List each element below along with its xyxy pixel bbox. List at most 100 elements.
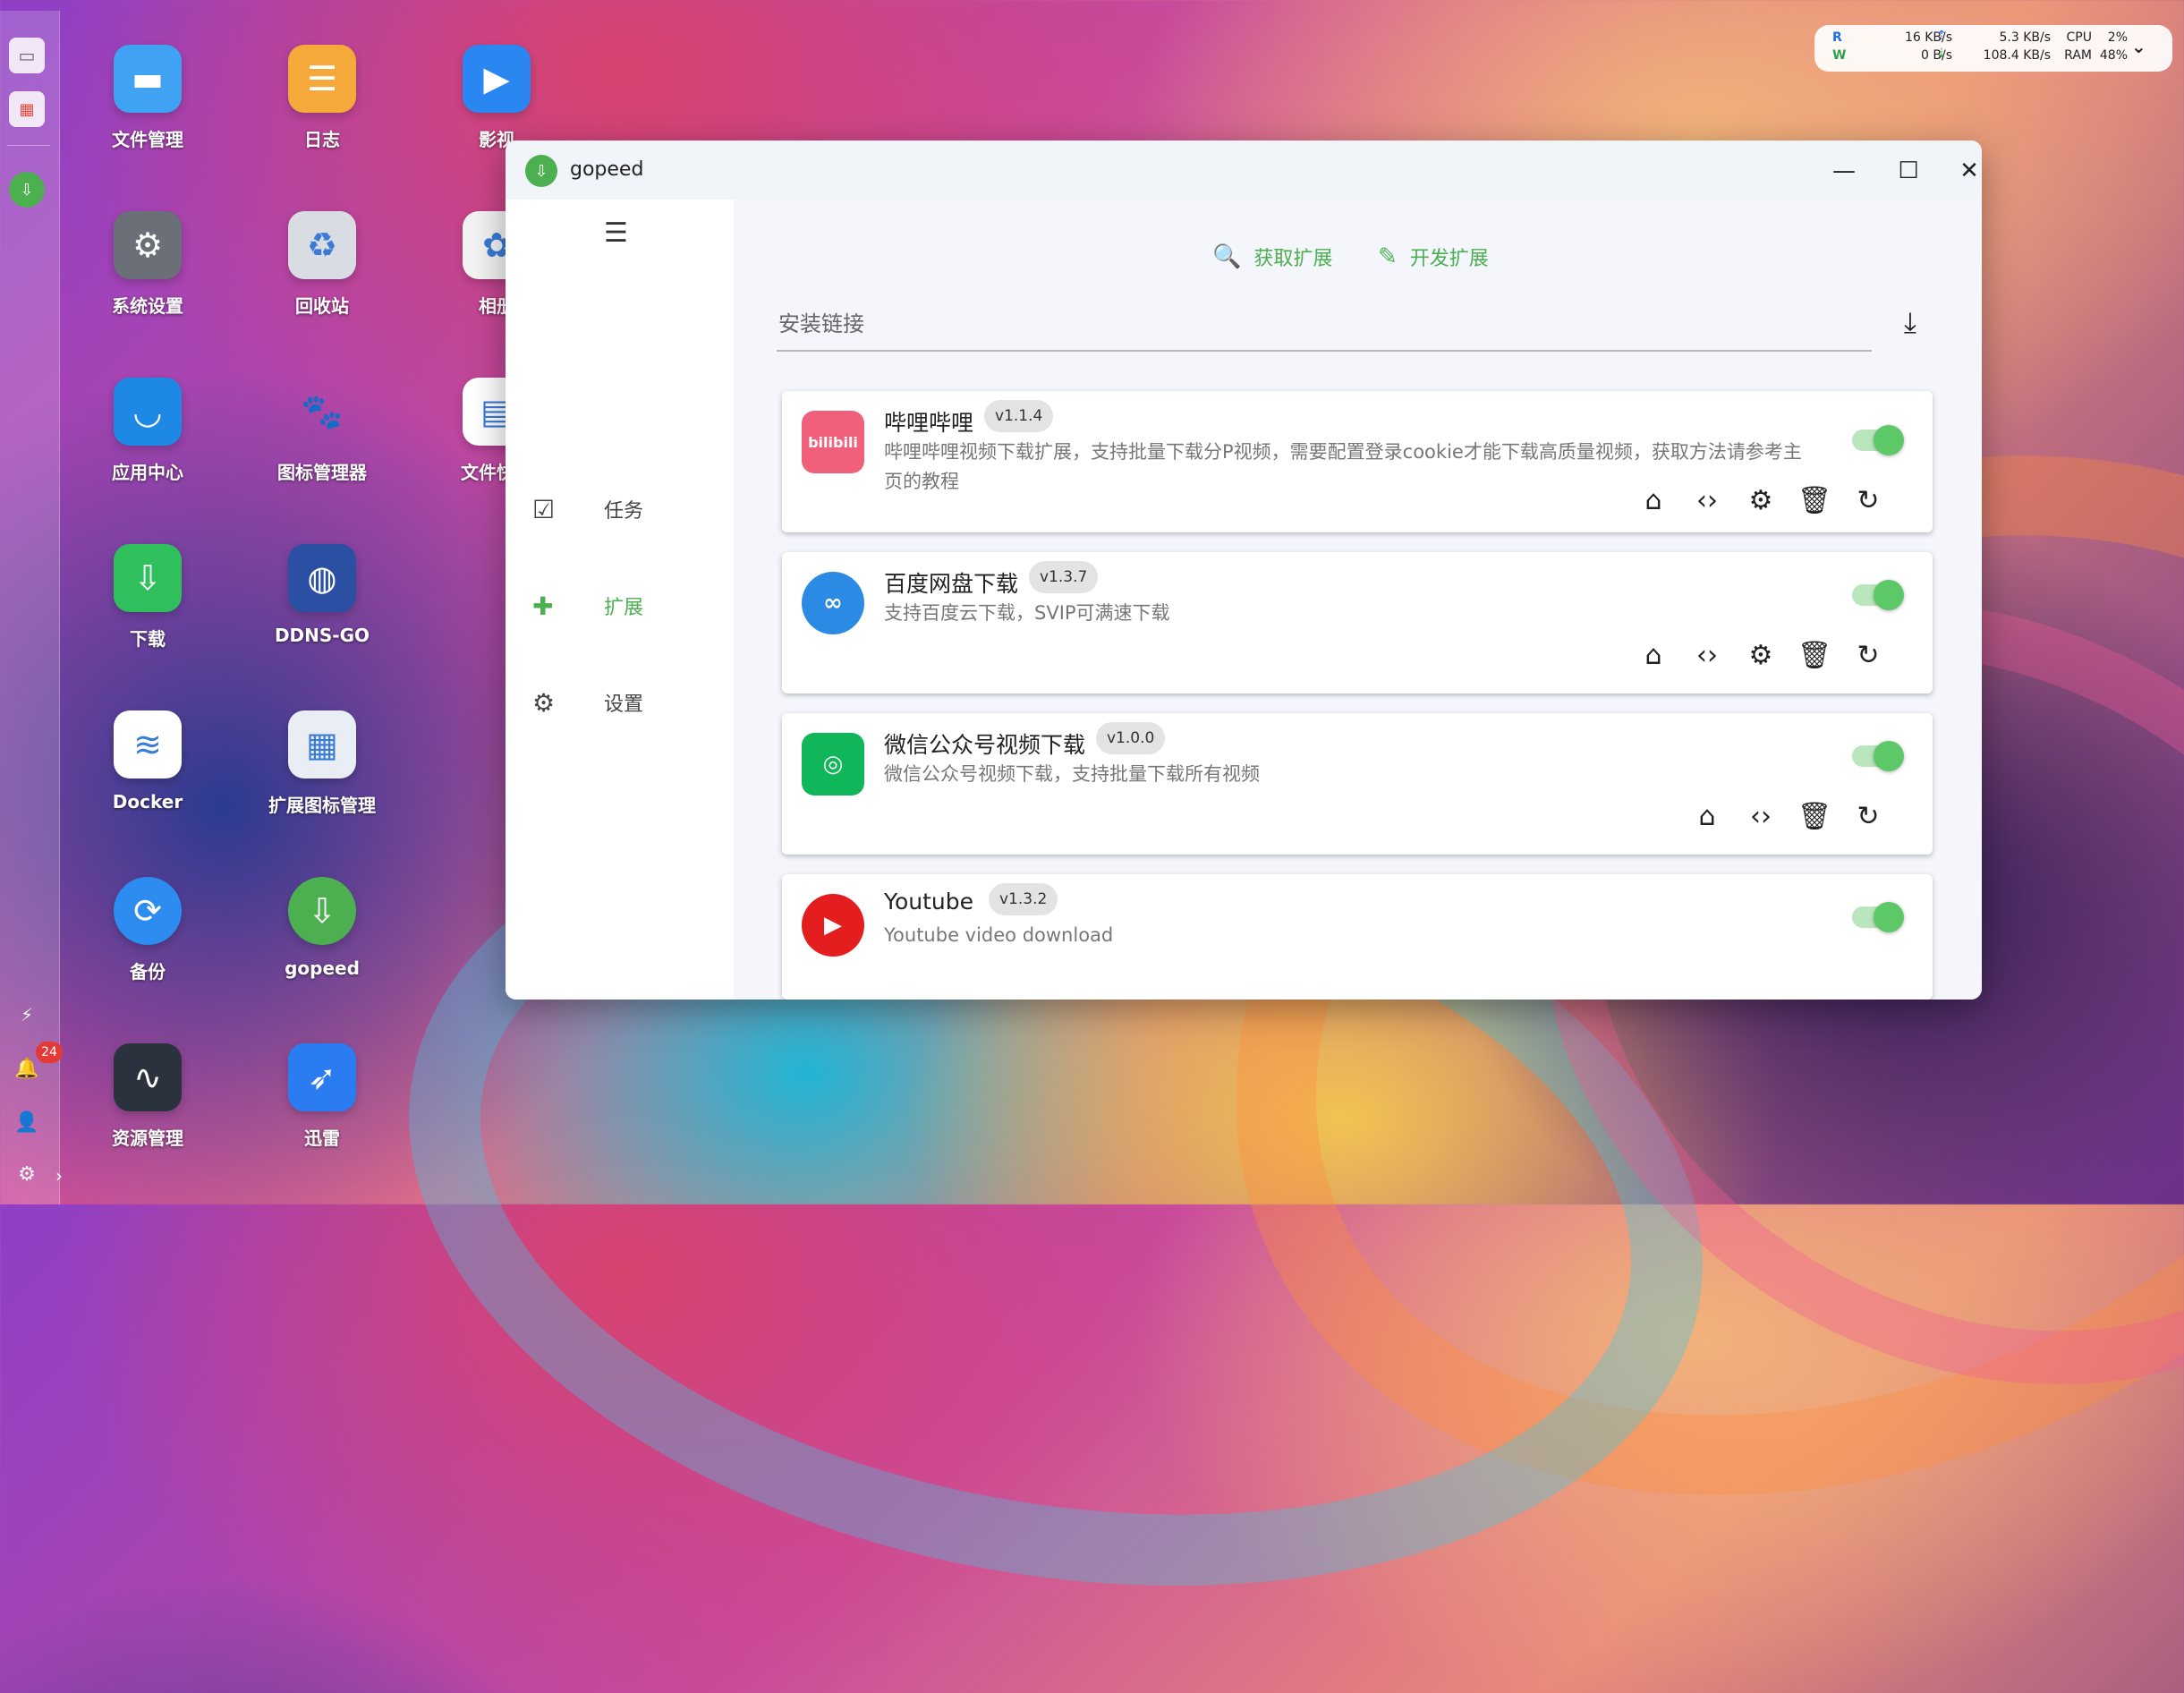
user-icon[interactable]: 👤 [9,1104,45,1140]
chevron-right-icon[interactable]: › [55,1165,63,1187]
gopeed-dock-icon[interactable]: ⇩ [9,172,45,208]
desktop-icon-docker[interactable]: ≋ Docker [67,710,228,812]
gear-icon: ⚙ [532,687,556,718]
extensions-panel: 🔍 获取扩展 ✎ 开发扩展 ⤓ bilibili 哔哩哔哩 v1.1.4 哔哩哔… [734,200,1982,1000]
install-link-input[interactable] [777,298,1872,352]
desktop-icon-video[interactable]: ▶ 影视 [416,45,577,151]
desktop-icon-backup[interactable]: ⟳ 备份 [67,877,228,983]
desktop-icon-label: 下载 [130,628,166,650]
desktop-icon-label: DDNS-GO [274,625,370,646]
upload-arrow-icon: ⇡ [1936,29,1947,43]
extension-description: 支持百度云下载，SVIP可满速下载 [884,602,1170,624]
desktop-icon-log[interactable]: ☰ 日志 [242,45,403,151]
gopeed-logo-icon: ⇩ [525,155,557,187]
extension-logo-icon: ∞ [802,572,864,634]
refresh-icon[interactable]: ↻ [1841,801,1895,832]
desktop-icon-label: 应用中心 [112,462,183,483]
desktop-icon-folder[interactable]: ▬ 文件管理 [67,45,228,151]
develop-extension-label: 开发扩展 [1409,248,1489,270]
desktop-icon-gear[interactable]: ⚙ 系统设置 [67,211,228,318]
log-icon: ☰ [288,45,356,113]
chevron-down-icon[interactable]: ⌄ [2131,36,2146,57]
video-icon: ▶ [463,45,531,113]
gear-icon[interactable]: ⚙ [1734,485,1788,516]
extension-card: ◎ 微信公众号视频下载 v1.0.0 微信公众号视频下载，支持批量下载所有视频 … [782,713,1933,855]
download-install-button[interactable]: ⤓ [1888,300,1933,345]
bird-icon: ➶ [288,1043,356,1111]
get-extension-label: 获取扩展 [1253,248,1333,270]
trash-icon[interactable]: 🗑 [1788,485,1841,516]
gear-icon[interactable]: ⚙ [1734,640,1788,671]
desktop-icon-globe[interactable]: ◍ DDNS-GO [242,544,403,646]
refresh-icon[interactable]: ↻ [1841,485,1895,516]
extension-enable-toggle[interactable] [1852,902,1904,932]
extension-name: 哔哩哔哩 [884,410,974,436]
ram-value: 48% [2099,48,2128,63]
extension-version-badge: v1.3.2 [989,883,1058,915]
trash-icon[interactable]: 🗑 [1788,801,1841,832]
desktop-icon-label: 资源管理 [112,1127,183,1149]
desktop-icon-monitor[interactable]: ∿ 资源管理 [67,1043,228,1150]
desktop-icon-label: Docker [112,791,183,812]
home-icon[interactable]: ⌂ [1627,640,1680,671]
task-icon: ☑ [532,494,556,524]
gear-icon: ⚙ [114,211,182,279]
extension-logo-icon: ◎ [802,733,864,795]
download-arrow-icon: ⇣ [1936,47,1947,61]
extension-enable-toggle[interactable] [1852,741,1904,771]
activity-icon[interactable]: ⚡ [9,997,45,1033]
desktop-icon-store[interactable]: ◡ 应用中心 [67,378,228,484]
desktop-icon-bird[interactable]: ➶ 迅雷 [242,1043,403,1150]
nav-item-settings[interactable]: ⚙ 设置 [532,676,711,729]
home-icon[interactable]: ⌂ [1627,485,1680,516]
extension-enable-toggle[interactable] [1852,580,1904,610]
desktop-icon-label: 回收站 [295,295,349,317]
notification-badge: 24 [36,1042,63,1063]
download-speed: 108.4 KB/s [1983,48,2051,63]
extension-name: Youtube [884,889,973,915]
desktop-icon-label: 文件管理 [112,129,183,150]
code-icon[interactable]: ‹› [1680,485,1734,516]
extension-name: 百度网盘下载 [884,571,1019,597]
minimize-button[interactable]: — [1824,151,1864,191]
nav-item-extensions[interactable]: ✚ 扩展 [532,579,711,633]
close-button[interactable]: ✕ [1950,151,1982,191]
desktop-icon-download[interactable]: ⇩ 下载 [67,544,228,651]
apps-grid-icon[interactable]: ▦ [9,91,45,127]
trash-icon[interactable]: 🗑 [1788,640,1841,671]
desktop-icon-label: 图标管理器 [277,462,367,483]
read-label: R [1832,30,1842,45]
refresh-icon[interactable]: ↻ [1841,640,1895,671]
nav-label: 任务 [604,500,644,523]
title-bar[interactable]: ⇩ gopeed — ☐ ✕ [506,140,1982,200]
cpu-value: 2% [2107,30,2128,45]
maximize-button[interactable]: ☐ [1889,151,1928,191]
desktop-icon-grid[interactable]: ▦ 扩展图标管理 [242,710,403,817]
extension-card: bilibili 哔哩哔哩 v1.1.4 哔哩哔哩视频下载扩展，支持批量下载分P… [782,391,1933,532]
code-icon[interactable]: ‹› [1734,801,1788,832]
settings-icon[interactable]: ⚙ [9,1156,45,1192]
globe-icon: ◍ [288,544,356,612]
home-icon[interactable]: ⌂ [1680,801,1734,832]
get-extension-button[interactable]: 🔍 获取扩展 [1212,242,1332,271]
develop-extension-button[interactable]: ✎ 开发扩展 [1378,242,1489,271]
store-icon: ◡ [114,378,182,446]
desktop-icon-label: 备份 [130,961,166,983]
extension-card: ▶ Youtube v1.3.2 Youtube video download [782,874,1933,1000]
grid-icon: ▦ [288,710,356,778]
desktop-icon-recycle[interactable]: ♻ 回收站 [242,211,403,318]
desktop-icon-paw[interactable]: 🐾 图标管理器 [242,378,403,484]
extension-enable-toggle[interactable] [1852,425,1904,455]
desktop-icon-gopeed[interactable]: ⇩ gopeed [242,877,403,979]
nav-item-tasks[interactable]: ☑ 任务 [532,482,711,536]
menu-icon[interactable]: ☰ [604,217,628,249]
desktop-icon[interactable]: ▭ [9,38,45,73]
recycle-icon: ♻ [288,211,356,279]
pencil-icon: ✎ [1378,243,1398,270]
nav-label: 设置 [604,693,644,716]
code-icon[interactable]: ‹› [1680,640,1734,671]
window-title: gopeed [570,158,644,181]
extension-description: Youtube video download [884,924,1114,946]
upload-speed: 5.3 KB/s [1999,30,2051,45]
paw-icon: 🐾 [301,391,344,431]
